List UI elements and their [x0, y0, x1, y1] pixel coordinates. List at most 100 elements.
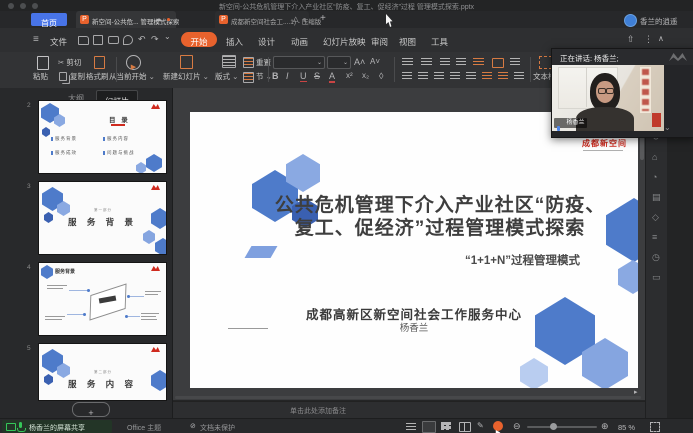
align-center-icon[interactable] [418, 72, 428, 80]
font-color-button[interactable]: A [329, 71, 335, 83]
fit-screen-button[interactable] [650, 422, 660, 432]
tab-animation[interactable]: 动画 [291, 36, 308, 48]
meeting-overlay[interactable]: 正在讲话: 杨香兰; 杨香兰 ⌄ [551, 48, 693, 138]
tab-review[interactable]: 审阅 [371, 36, 388, 48]
user-avatar[interactable] [624, 14, 637, 27]
scroll-right-icon[interactable]: ▸ [634, 388, 638, 396]
home-tab-button[interactable]: 首页 [31, 13, 67, 26]
cut-button[interactable]: ✂ 剪切 [58, 57, 81, 68]
notes-toggle-icon[interactable] [406, 423, 416, 430]
collapse-ribbon-icon[interactable]: ∧ [658, 34, 664, 43]
paragraph-more-icon[interactable] [514, 72, 524, 80]
subscript-button[interactable]: x₂ [362, 71, 369, 80]
font-size-select[interactable]: ⌄ [327, 56, 351, 69]
align-right-icon[interactable] [434, 72, 444, 80]
bullet-list-icon[interactable] [402, 58, 413, 66]
layout-button[interactable]: 版式 ⌄ [215, 71, 238, 82]
format-painter-icon[interactable] [94, 56, 105, 69]
slide-title-textbox[interactable]: 公共危机管理下介入产业社区“防疫、 复工、促经济”过程管理模式探索 [260, 194, 620, 240]
text-direction-icon[interactable] [510, 58, 520, 66]
clear-format-button[interactable]: ◊ [379, 71, 383, 81]
save-icon[interactable] [93, 35, 103, 45]
horizontal-scrollbar[interactable] [175, 396, 641, 399]
sidebar-tool-icon[interactable]: ◔ [652, 172, 657, 182]
tab-insert[interactable]: 插入 [226, 36, 243, 48]
slide-author-textbox[interactable]: 杨香兰 [190, 320, 638, 334]
justify-icon[interactable] [450, 72, 460, 80]
notes-bar[interactable]: 单击此处添加备注 [173, 401, 645, 419]
increase-font-button[interactable]: A˄ [354, 57, 365, 67]
tab-view[interactable]: 视图 [399, 36, 416, 48]
undo-icon[interactable]: ↶ [138, 34, 146, 45]
new-tab-button[interactable]: + [320, 13, 326, 24]
doc-tab-active[interactable]: P 新空间-公共危... 管理模式探索 ☁ [76, 11, 176, 28]
columns-icon[interactable] [492, 58, 504, 68]
paste-button[interactable]: 粘贴 [33, 71, 48, 82]
slide-thumbnail-2[interactable]: 目 录 服务背景 服务内容 服务成效 问题与挑战 [38, 100, 167, 174]
section-button[interactable]: 节 ⌄ [256, 71, 272, 82]
sidebar-tool-icon[interactable]: ⌂ [652, 152, 657, 162]
more-icon[interactable]: ⋮ [644, 34, 653, 45]
share-icon[interactable]: ⇧ [627, 34, 635, 45]
line-spacing-icon[interactable] [473, 58, 484, 66]
add-slide-button[interactable]: + [72, 402, 110, 417]
zoom-slider-track[interactable] [527, 426, 597, 428]
open-icon[interactable] [78, 36, 89, 45]
italic-button[interactable]: I [286, 71, 289, 81]
decrease-indent-icon[interactable] [440, 58, 450, 66]
format-painter-button[interactable]: 格式刷 [86, 71, 109, 82]
chevron-down-icon[interactable]: ⌄ [164, 32, 171, 41]
meeting-header[interactable]: 正在讲话: 杨香兰; [552, 49, 693, 65]
user-name[interactable]: 香兰的逍遥 [640, 16, 678, 27]
increase-indent-icon[interactable] [456, 58, 466, 66]
zoom-in-button[interactable]: ⊕ [601, 421, 609, 432]
tab-tools[interactable]: 工具 [431, 36, 448, 48]
list-style-icon[interactable] [498, 72, 508, 80]
slide[interactable]: 成都新空间 公共危机管理下介入产业社区“防疫、 复工、促经济”过程管理模式探索 … [190, 112, 638, 388]
play-from-current-button[interactable]: 从当前开始 ⌄ [109, 71, 155, 82]
slide-subtitle-textbox[interactable]: “1+1+N”过程管理模式 [370, 252, 580, 268]
numbering-style-icon[interactable] [482, 72, 492, 80]
tab-slideshow[interactable]: 幻灯片放映 [323, 36, 366, 48]
slide-thumbnail-4[interactable]: 服务背景 [38, 262, 167, 336]
slideshow-play-button[interactable]: ▶ [493, 421, 503, 431]
preview-icon[interactable] [123, 35, 133, 45]
sidebar-tool-icon[interactable]: ▤ [652, 192, 661, 203]
presenter-view-button[interactable]: ✎ [477, 421, 484, 430]
slide-thumbnail-3[interactable]: 第 一 部 分 服 务 背 景 [38, 181, 167, 255]
sidebar-tool-icon[interactable]: ◷ [652, 252, 660, 263]
sidebar-tool-icon[interactable]: ▭ [652, 272, 661, 283]
slide-thumbnail-5[interactable]: 第 二 部 分 服 务 内 容 [38, 343, 167, 401]
normal-view-button[interactable] [422, 421, 436, 433]
paste-icon[interactable] [37, 56, 49, 70]
bold-button[interactable]: B [272, 71, 279, 81]
sidebar-tool-icon[interactable]: ≡ [652, 232, 657, 242]
tab-design[interactable]: 设计 [258, 36, 275, 48]
overlay-collapse-icon[interactable]: ⌄ [664, 123, 671, 132]
hamburger-menu-icon[interactable]: ≡ [33, 34, 39, 45]
strikethrough-button[interactable]: S [314, 71, 320, 81]
new-slide-button[interactable]: 新建幻灯片 ⌄ [163, 71, 209, 82]
reading-view-button[interactable] [459, 422, 471, 432]
align-left-icon[interactable] [402, 72, 412, 80]
menu-file[interactable]: 文件 [50, 36, 67, 48]
decrease-font-button[interactable]: A˅ [370, 57, 380, 66]
numbered-list-icon[interactable] [421, 58, 432, 66]
screen-share-badge[interactable]: 杨香兰的屏幕共享 [2, 420, 112, 433]
redo-icon[interactable]: ↷ [151, 34, 159, 45]
underline-button[interactable]: U [300, 71, 307, 82]
new-slide-icon[interactable] [180, 55, 193, 69]
slide-sorter-view-button[interactable] [441, 422, 451, 430]
play-from-current-icon[interactable]: ▶ [126, 55, 141, 70]
zoom-level[interactable]: 85 % [618, 423, 635, 432]
print-icon[interactable] [108, 36, 119, 44]
zoom-out-button[interactable]: ⊖ [513, 421, 521, 432]
doc-tab-inactive[interactable]: P 成都新空间社会工....1) - 压缩版 △ [215, 11, 309, 28]
webcam-video[interactable]: 杨香兰 [552, 65, 664, 131]
layout-icon[interactable] [222, 55, 236, 68]
zoom-slider-handle[interactable] [550, 423, 557, 430]
sidebar-tool-icon[interactable]: ◇ [652, 212, 659, 223]
distribute-icon[interactable] [466, 72, 476, 80]
superscript-button[interactable]: x² [346, 71, 353, 80]
copy-button[interactable]: 复制 [70, 71, 85, 82]
